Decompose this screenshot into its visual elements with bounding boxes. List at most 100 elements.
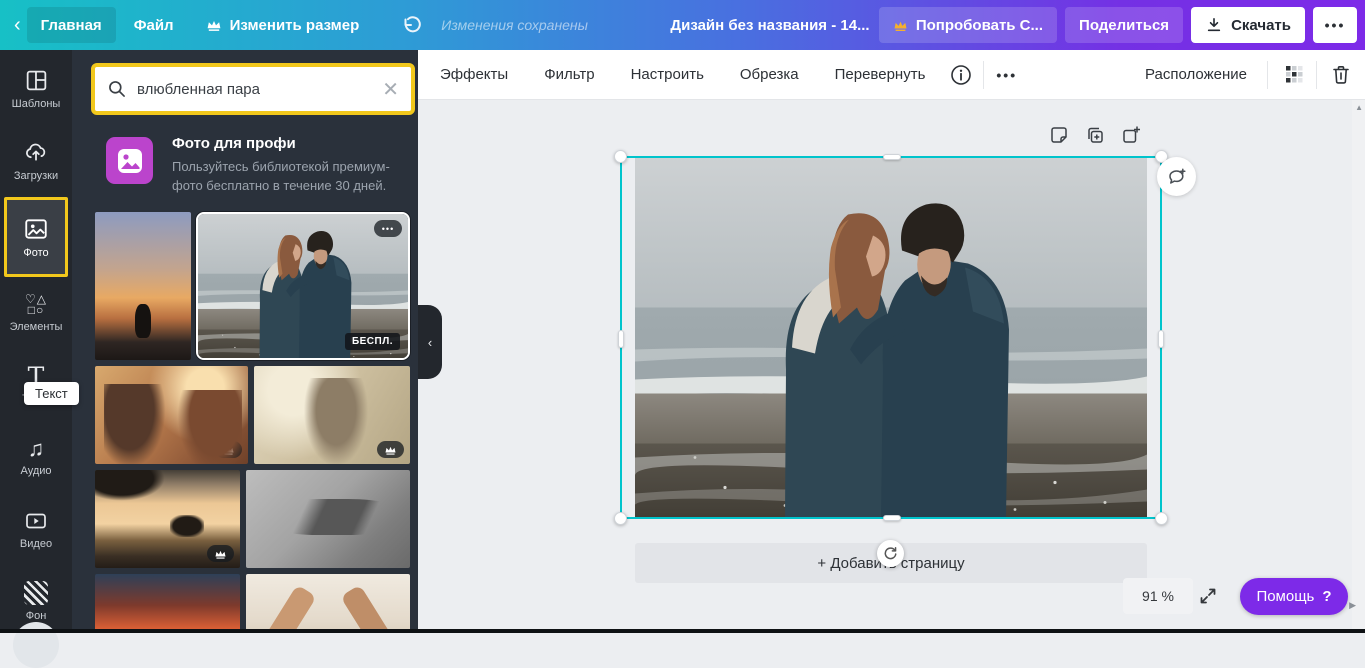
sidebar-item-templates[interactable]: Шаблоны xyxy=(0,53,72,125)
crown-icon xyxy=(222,445,235,455)
selected-image[interactable] xyxy=(620,156,1162,519)
add-page-icon[interactable] xyxy=(1120,124,1142,146)
crown-gold-icon xyxy=(893,19,908,32)
collapse-chevron-icon: ‹ xyxy=(428,335,432,350)
position-button[interactable]: Расположение xyxy=(1135,66,1257,83)
canvas-area[interactable]: + Добавить страницу 91 % Помощь ? ▲ ▶ xyxy=(418,100,1365,633)
resize-handle-se[interactable] xyxy=(1155,512,1168,525)
resize-handle-w[interactable] xyxy=(618,330,624,348)
back-chevron-icon[interactable]: ‹ xyxy=(14,15,21,35)
transparency-icon[interactable] xyxy=(1282,63,1306,87)
collapse-panel-button[interactable]: ‹ xyxy=(418,305,442,379)
save-status: Изменения сохранены xyxy=(441,17,588,33)
topbar-more-button[interactable]: ••• xyxy=(1313,7,1357,43)
video-icon xyxy=(23,509,49,533)
zoom-level[interactable]: 91 % xyxy=(1123,578,1193,614)
duplicate-page-icon[interactable] xyxy=(1084,124,1106,146)
window-edge xyxy=(0,629,1365,633)
premium-badge xyxy=(207,545,234,562)
file-menu-button[interactable]: Файл xyxy=(120,7,188,43)
sidebar-label: Фон xyxy=(26,610,47,622)
photo-thumb[interactable] xyxy=(254,366,410,464)
sidebar-item-elements[interactable]: ♡△ □○ Элементы xyxy=(0,277,72,349)
notes-icon[interactable] xyxy=(1048,124,1070,146)
resize-handle-s[interactable] xyxy=(883,515,901,521)
sidebar-label: Элементы xyxy=(10,321,63,333)
toolbar-more-button[interactable]: ••• xyxy=(996,67,1017,83)
resize-handle-e[interactable] xyxy=(1158,330,1164,348)
help-button[interactable]: Помощь ? xyxy=(1240,578,1348,615)
document-title[interactable]: Дизайн без названия - 14... xyxy=(640,17,900,34)
sidebar-label: Шаблоны xyxy=(12,98,61,110)
file-label: Файл xyxy=(134,17,174,34)
templates-icon xyxy=(24,68,49,93)
sidebar-item-photos[interactable]: Фото xyxy=(4,197,68,277)
download-icon xyxy=(1205,16,1223,34)
home-label: Главная xyxy=(41,17,102,34)
background-icon xyxy=(24,581,48,605)
fullscreen-icon[interactable] xyxy=(1198,586,1218,611)
search-input[interactable] xyxy=(137,81,372,98)
divider xyxy=(1267,61,1268,89)
more-dots: ••• xyxy=(1325,17,1346,33)
add-comment-button[interactable] xyxy=(1157,157,1196,196)
premium-badge xyxy=(377,441,404,458)
photo-thumb[interactable] xyxy=(95,574,240,633)
photo-thumb[interactable] xyxy=(95,470,240,568)
sidebar-label: Загрузки xyxy=(14,170,58,182)
home-button[interactable]: Главная xyxy=(27,7,116,43)
resize-handle-sw[interactable] xyxy=(614,512,627,525)
text-tooltip: Текст xyxy=(24,382,79,405)
tool-adjust[interactable]: Настроить xyxy=(621,66,714,83)
sidebar-item-video[interactable]: Видео xyxy=(0,493,72,565)
top-bar: ‹ Главная Файл Изменить размер Изменения… xyxy=(0,0,1365,50)
photo-thumb[interactable] xyxy=(95,366,248,464)
share-button[interactable]: Поделиться xyxy=(1065,7,1183,43)
rotate-handle[interactable] xyxy=(877,540,904,567)
vertical-scrollbar[interactable] xyxy=(1352,100,1365,633)
download-button[interactable]: Скачать xyxy=(1191,7,1305,43)
resize-handle-n[interactable] xyxy=(883,154,901,160)
trash-icon[interactable] xyxy=(1329,63,1353,87)
beach-couple-photo[interactable] xyxy=(635,158,1147,517)
tool-filter[interactable]: Фильтр xyxy=(534,66,604,83)
photo-thumb-selected[interactable]: ••• БЕСПЛ. xyxy=(196,212,410,360)
scroll-up-arrow[interactable]: ▲ xyxy=(1355,103,1363,112)
resize-handle-nw[interactable] xyxy=(614,150,627,163)
undo-icon[interactable] xyxy=(399,14,421,36)
resize-button[interactable]: Изменить размер xyxy=(192,7,374,43)
sidebar-item-audio[interactable]: ♫ Аудио xyxy=(0,421,72,493)
thumb-more-button[interactable]: ••• xyxy=(374,220,402,237)
promo-title[interactable]: Фото для профи xyxy=(172,135,296,152)
sidebar-label: Аудио xyxy=(20,465,51,477)
divider xyxy=(983,61,984,89)
try-pro-button[interactable]: Попробовать С... xyxy=(879,7,1057,43)
photo-icon xyxy=(23,216,49,242)
resize-label: Изменить размер xyxy=(230,17,360,34)
pro-photos-promo-icon[interactable] xyxy=(106,137,153,184)
comment-bubble-icon xyxy=(1166,166,1188,188)
photos-panel: ✕ Фото для профи Пользуйтесь библиотекой… xyxy=(72,50,418,633)
sidebar-label: Видео xyxy=(20,538,52,550)
share-label: Поделиться xyxy=(1079,17,1169,34)
clear-search-icon[interactable]: ✕ xyxy=(382,77,399,102)
photo-thumb[interactable] xyxy=(246,574,410,633)
try-pro-label: Попробовать С... xyxy=(916,17,1043,34)
info-icon[interactable] xyxy=(949,63,973,87)
promo-photo-icon xyxy=(115,146,145,176)
elements-icon: ♡△ □○ xyxy=(25,294,47,316)
crown-icon xyxy=(206,18,222,32)
tool-flip[interactable]: Перевернуть xyxy=(825,66,936,83)
sidebar: Шаблоны Загрузки Фото ♡△ □○ Элементы T Т… xyxy=(0,50,72,633)
help-question-mark: ? xyxy=(1322,588,1331,605)
tool-crop[interactable]: Обрезка xyxy=(730,66,809,83)
photo-thumb[interactable] xyxy=(95,212,191,360)
scroll-right-arrow[interactable]: ▶ xyxy=(1349,600,1356,611)
photo-thumb[interactable] xyxy=(246,470,410,568)
tool-effects[interactable]: Эффекты xyxy=(430,66,518,83)
sidebar-item-uploads[interactable]: Загрузки xyxy=(0,125,72,197)
search-box[interactable]: ✕ xyxy=(91,63,415,115)
download-label: Скачать xyxy=(1231,17,1291,34)
free-badge: БЕСПЛ. xyxy=(345,333,400,350)
upload-cloud-icon xyxy=(23,140,49,165)
